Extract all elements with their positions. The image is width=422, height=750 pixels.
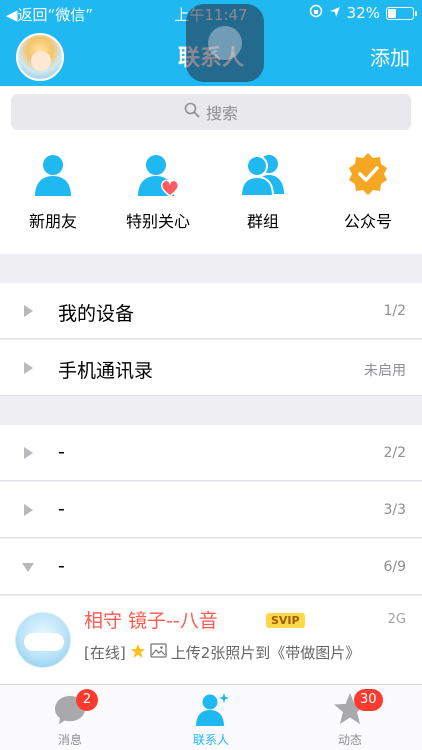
contact-row[interactable]: 相守 镜子--八音 SVIP 2G [在线] 上传2张照片到《带做图片》 <box>0 596 422 684</box>
person-heart-icon <box>134 150 182 198</box>
tab-label: 联系人 <box>192 733 229 747</box>
add-button[interactable]: 添加 <box>370 42 410 71</box>
group-count: 未启用 <box>364 363 406 379</box>
group-count: 1/2 <box>383 303 406 319</box>
status-right: 32% <box>309 4 417 22</box>
group-name: 手机通讯录 <box>58 360 154 382</box>
shortcut-label: 特别关心 <box>125 212 190 231</box>
search-icon <box>184 102 200 122</box>
battery-fill <box>388 8 396 18</box>
chat-bubble-icon: 2 <box>52 689 98 727</box>
group-count: 2/2 <box>383 445 406 461</box>
contact-avatar[interactable] <box>15 612 71 668</box>
shortcut-label: 公众号 <box>343 212 392 231</box>
person-icon <box>29 150 77 198</box>
tab-messages[interactable]: 2 消息 <box>30 689 110 748</box>
avatar-bubble <box>24 633 64 651</box>
list-item-group-expanded[interactable]: - 6/9 <box>0 539 422 595</box>
group-name: - <box>58 555 65 577</box>
shortcut-groups[interactable]: 群组 <box>213 150 313 232</box>
contact-status: [在线] 上传2张照片到《带做图片》 <box>84 642 360 663</box>
tab-bar: 2 消息 联系人 30 动态 <box>0 684 422 750</box>
tab-label: 动态 <box>337 733 362 747</box>
star-icon <box>130 643 146 663</box>
svip-badge: SVIP <box>266 613 305 628</box>
shortcut-official-accounts[interactable]: 公众号 <box>318 150 418 232</box>
battery-icon <box>386 6 417 20</box>
collapse-arrow-icon <box>22 563 34 572</box>
photo-icon <box>150 643 167 662</box>
search-placeholder: 搜索 <box>205 104 238 123</box>
group-name: - <box>58 498 65 520</box>
contacts-person-icon <box>193 691 229 727</box>
group-name: 我的设备 <box>58 303 135 325</box>
list-item-phone-contacts[interactable]: 手机通讯录 未启用 <box>0 340 422 396</box>
group-name: - <box>58 441 65 463</box>
expand-arrow-icon <box>24 362 33 374</box>
tab-contacts[interactable]: 联系人 <box>171 691 251 748</box>
expand-arrow-icon <box>24 447 33 459</box>
group-count: 6/9 <box>383 559 406 575</box>
tab-moments[interactable]: 30 动态 <box>310 689 390 748</box>
shortcut-new-friends[interactable]: 新朋友 <box>3 150 103 232</box>
list-item-group[interactable]: - 2/2 <box>0 425 422 481</box>
tab-label: 消息 <box>57 733 82 747</box>
official-account-icon <box>344 150 392 198</box>
search-input[interactable]: 搜索 <box>11 94 411 130</box>
expand-arrow-icon <box>24 504 33 516</box>
shortcut-label: 新朋友 <box>28 212 77 231</box>
assistive-touch-button[interactable] <box>186 4 264 82</box>
group-icon <box>239 150 287 198</box>
shortcut-special-care[interactable]: 特别关心 <box>108 150 208 232</box>
group-count: 3/3 <box>383 502 406 518</box>
location-icon <box>329 4 341 22</box>
contact-name: 相守 镜子--八音 <box>84 610 218 632</box>
shortcut-label: 群组 <box>246 212 279 231</box>
battery-percent: 32% <box>346 4 380 22</box>
star-tab-icon: 30 <box>332 689 383 727</box>
rotation-lock-icon <box>309 4 323 22</box>
unread-badge: 2 <box>76 689 98 711</box>
list-item-my-devices[interactable]: 我的设备 1/2 <box>0 283 422 339</box>
online-status: [在线] <box>84 644 126 662</box>
network-type: 2G <box>387 612 406 627</box>
unread-badge: 30 <box>354 689 383 711</box>
list-item-group[interactable]: - 3/3 <box>0 482 422 538</box>
status-text: 上传2张照片到《带做图片》 <box>170 644 361 662</box>
expand-arrow-icon <box>24 305 33 317</box>
